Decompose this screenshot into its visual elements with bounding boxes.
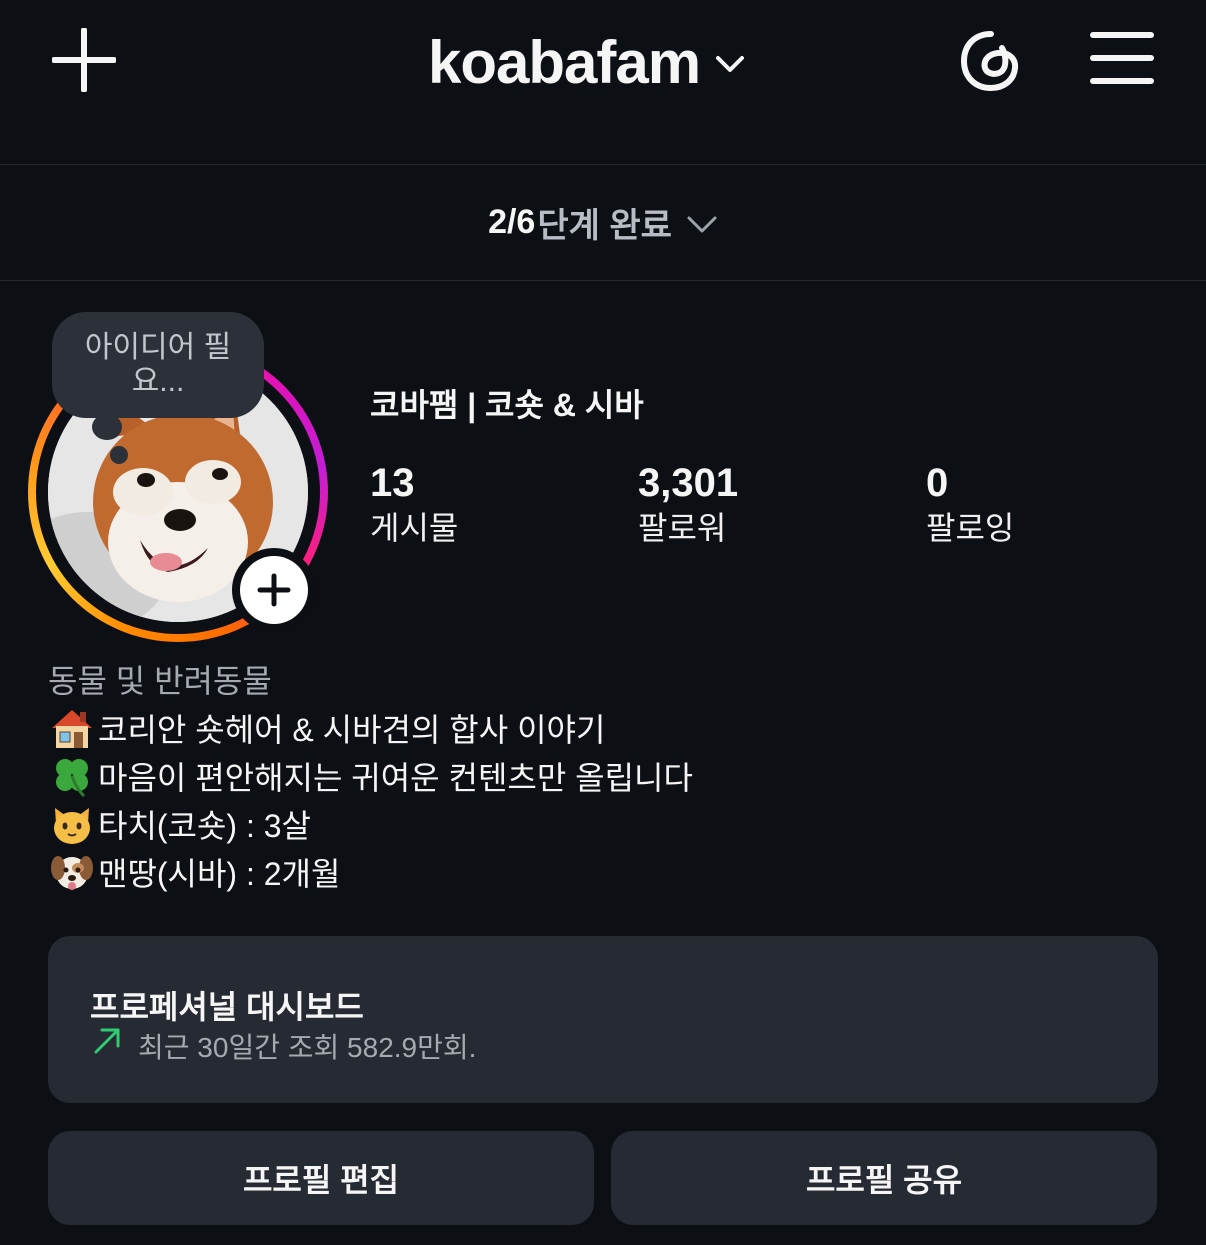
profile-screen: koabafam 2/6 단계 완료 아이디어 필요... 코바팸 | 코숏 &… [0,0,1206,1245]
bio-line: 맨땅(시바) : 2개월 [50,848,340,896]
posts-count: 13 [370,461,415,505]
note-bubble[interactable]: 아이디어 필요... [52,312,264,418]
steps-count: 2/6 [488,203,536,241]
followers-stat[interactable]: 3,301 팔로워 [638,458,738,548]
posts-label: 게시물 [370,510,459,546]
note-bubble-tail [110,446,128,464]
note-bubble-tail [92,414,122,440]
followers-label: 팔로워 [638,510,727,546]
setup-steps-banner[interactable]: 2/6 단계 완료 [0,165,1206,280]
cat-face-emoji-icon [54,808,90,844]
house-emoji-icon [52,710,92,748]
bio-text: 맨땅(시바) : 2개월 [98,856,341,892]
professional-dashboard-card[interactable]: 프로페셔널 대시보드 최근 30일간 조회 582.9만회. [48,936,1158,1103]
dog-face-emoji-icon [51,856,93,890]
bio-line: 마음이 편안해지는 귀여운 컨텐츠만 올립니다 [50,752,693,800]
steps-label: 단계 완료 [537,207,672,245]
profile-category: 동물 및 반려동물 [48,663,272,699]
hamburger-menu-icon[interactable] [1090,30,1154,86]
following-count: 0 [926,461,949,505]
posts-stat[interactable]: 13 게시물 [370,458,458,548]
bio-text: 코리안 숏헤어 & 시바견의 합사 이야기 [98,712,606,748]
share-profile-button[interactable]: 프로필 공유 [611,1131,1157,1225]
bio-text: 마음이 편안해지는 귀여운 컨텐츠만 올립니다 [98,760,693,796]
plus-icon [257,573,291,607]
username: koabafam [428,28,701,96]
following-label: 팔로잉 [926,510,1015,546]
bio-line: 코리안 숏헤어 & 시바견의 합사 이야기 [50,704,605,752]
threads-icon[interactable] [958,28,1022,94]
bio-line: 타치(코숏) : 3살 [50,800,311,848]
divider [0,280,1206,281]
followers-count: 3,301 [638,461,739,505]
display-name: 코바팸 | 코숏 & 시바 [370,387,644,423]
create-plus-icon[interactable] [52,28,116,92]
following-stat[interactable]: 0 팔로잉 [926,458,1014,548]
bio-text: 타치(코숏) : 3살 [98,808,311,844]
top-bar: koabafam [0,0,1206,164]
add-story-button[interactable] [232,548,316,632]
chevron-down-icon [716,56,745,72]
dashboard-title: 프로페셔널 대시보드 [90,989,364,1025]
chevron-down-icon [687,216,717,232]
trending-up-arrow-icon [94,1028,120,1054]
dashboard-subtitle: 최근 30일간 조회 582.9만회. [138,1032,477,1063]
add-story-circle [240,556,308,624]
account-switcher[interactable]: koabafam [428,22,746,102]
note-text: 아이디어 필요... [84,331,232,398]
edit-profile-button[interactable]: 프로필 편집 [48,1131,594,1225]
four-leaf-clover-emoji-icon [56,759,88,798]
